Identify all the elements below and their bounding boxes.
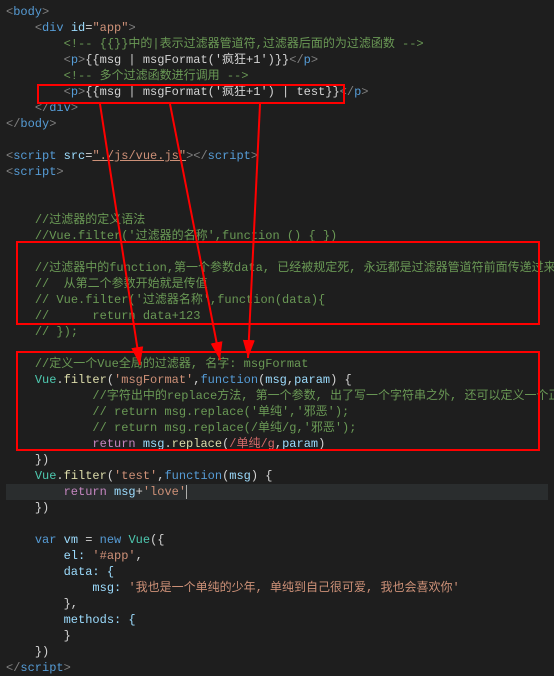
code-line: Vue.filter('test',function(msg) { (6, 468, 548, 484)
code-line: }) (6, 644, 548, 660)
code-line: <div id="app"> (6, 20, 548, 36)
code-line: //过滤器中的function,第一个参数data, 已经被规定死, 永远都是过… (6, 260, 548, 276)
code-line: //过滤器的定义语法 (6, 212, 548, 228)
code-line: } (6, 628, 548, 644)
code-line: </body> (6, 116, 548, 132)
code-line: return msg.replace(/单纯/g,param) (6, 436, 548, 452)
code-line: // return msg.replace('单纯','邪恶'); (6, 404, 548, 420)
code-line: }) (6, 452, 548, 468)
code-line (6, 340, 548, 356)
code-line: methods: { (6, 612, 548, 628)
code-line: // }); (6, 324, 548, 340)
code-line (6, 132, 548, 148)
code-line: data: { (6, 564, 548, 580)
code-line: <!-- 多个过滤函数进行调用 --> (6, 68, 548, 84)
code-line: <script> (6, 164, 548, 180)
code-line: }, (6, 596, 548, 612)
code-line: //Vue.filter('过滤器的名称',function () { }) (6, 228, 548, 244)
code-line: Vue.filter('msgFormat',function(msg,para… (6, 372, 548, 388)
code-line: // return msg.replace(/单纯/g,'邪恶'); (6, 420, 548, 436)
code-line (6, 196, 548, 212)
code-line: <p>{{msg | msgFormat('疯狂+1')}}</p> (6, 52, 548, 68)
code-line: </script> (6, 660, 548, 676)
code-line: // 从第二个参数开始就是传值 (6, 276, 548, 292)
code-line: <p>{{msg | msgFormat('疯狂+1') | test}}</p… (6, 84, 548, 100)
code-line: msg: '我也是一个单纯的少年, 单纯到自己很可爱, 我也会喜欢你' (6, 580, 548, 596)
code-line (6, 244, 548, 260)
cursor-icon (186, 485, 187, 499)
code-line: // return data+123 (6, 308, 548, 324)
code-line: }) (6, 500, 548, 516)
code-line (6, 180, 548, 196)
code-line: <!-- {{}}中的|表示过滤器管道符,过滤器后面的为过滤函数 --> (6, 36, 548, 52)
code-line: var vm = new Vue({ (6, 532, 548, 548)
code-line: el: '#app', (6, 548, 548, 564)
code-line: // Vue.filter('过滤器名称',function(data){ (6, 292, 548, 308)
code-line: //定义一个Vue全局的过滤器, 名字: msgFormat (6, 356, 548, 372)
code-line: <script src="./js/vue.js"></script> (6, 148, 548, 164)
code-editor[interactable]: <body> <div id="app"> <!-- {{}}中的|表示过滤器管… (6, 4, 548, 676)
code-line-active: return msg+'love' (6, 484, 548, 500)
code-line (6, 516, 548, 532)
code-line: </div> (6, 100, 548, 116)
code-line: //字符出中的replace方法, 第一个参数, 出了写一个字符串之外, 还可以… (6, 388, 548, 404)
code-line: <body> (6, 4, 548, 20)
